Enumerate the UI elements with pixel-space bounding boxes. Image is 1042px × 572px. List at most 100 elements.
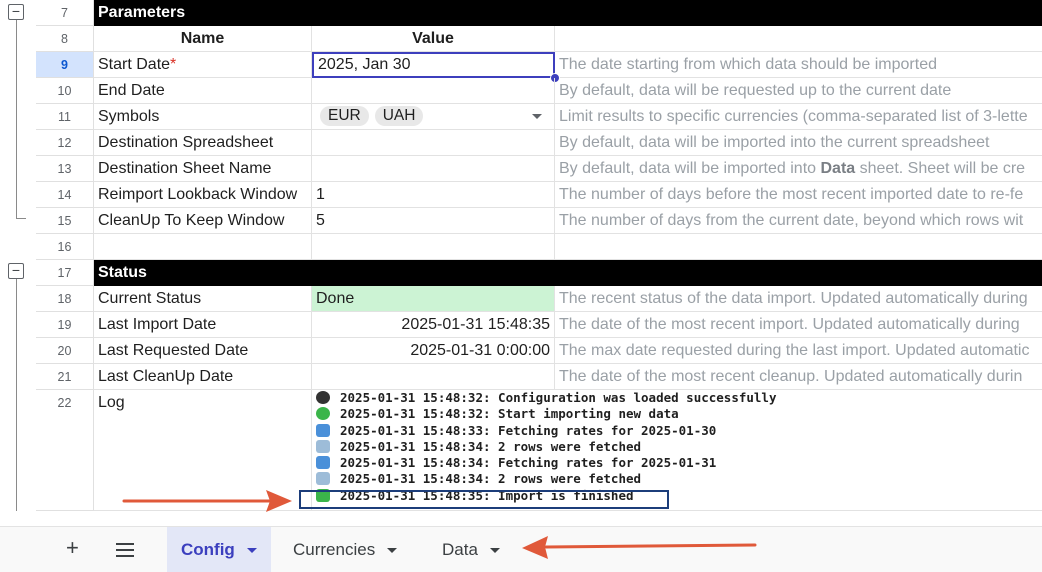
log-line: 2025-01-31 15:48:34: 2 rows were fetched [312, 471, 1042, 487]
group-gutter [0, 0, 37, 511]
chevron-down-icon[interactable] [387, 548, 398, 554]
name-cell[interactable]: Symbols [94, 104, 312, 130]
name-cell[interactable]: Reimport Lookback Window [94, 182, 312, 208]
group-line-end [16, 218, 26, 219]
table-row: Last Requested Date 2025-01-31 0:00:00 T… [36, 338, 1042, 364]
log-text: 2025-01-31 15:48:34: Fetching rates for … [340, 455, 717, 471]
desc-bold-text: Data [820, 160, 856, 177]
name-cell[interactable]: Last Import Date [94, 312, 312, 338]
row-number[interactable]: 7 [36, 0, 94, 26]
row-number[interactable]: 17 [36, 260, 94, 286]
required-mark: * [170, 56, 177, 73]
table-row: Reimport Lookback Window 1 The number of… [36, 182, 1042, 208]
spreadsheet-grid: − − 7 Parameters 8 Name Value 9 Start Da… [0, 0, 1042, 511]
table-row: Destination Spreadsheet By default, data… [36, 130, 1042, 156]
start-date-cell[interactable]: 2025, Jan 30 [312, 52, 555, 78]
tab-label: Currencies [293, 540, 376, 559]
tab-currencies[interactable]: Currencies [279, 527, 411, 572]
desc-text: sheet. Sheet will be cre [855, 160, 1026, 177]
desc-cell[interactable]: By default, data will be imported into t… [555, 130, 1042, 156]
tab-label: Data [442, 540, 478, 559]
section-header-parameters[interactable]: Parameters [94, 0, 1042, 26]
desc-cell[interactable]: By default, data will be requested up to… [555, 78, 1042, 104]
group-line-parameters [16, 20, 17, 218]
desc-cell[interactable]: The date of the most recent cleanup. Upd… [555, 364, 1042, 390]
desc-text: By default, data will be imported into [559, 160, 821, 177]
tab-data[interactable]: Data [428, 527, 514, 572]
add-sheet-button[interactable]: + [66, 537, 79, 559]
table-row: Current Status Done The recent status of… [36, 286, 1042, 312]
table-row: Symbols EUR UAH Limit results to specific… [36, 104, 1042, 130]
desc-cell[interactable]: The number of days before the most recen… [555, 182, 1042, 208]
column-header-value[interactable]: Value [312, 26, 555, 52]
sheet-tabs-bar: + Config Currencies Data [0, 526, 1042, 572]
checkbox-icon [316, 439, 330, 453]
log-line: 2025-01-31 15:48:34: 2 rows were fetched [312, 439, 1042, 455]
table-row: Start Date* 2025, Jan 30 The date starti… [36, 52, 1042, 78]
name-cell[interactable]: Last Requested Date [94, 338, 312, 364]
checkbox-icon [316, 472, 330, 486]
name-label: Start Date [98, 56, 171, 73]
table-row: Last CleanUp Date The date of the most r… [36, 364, 1042, 390]
desc-cell[interactable]: Limit results to specific currencies (co… [555, 104, 1042, 130]
chevron-down-icon[interactable] [489, 548, 500, 554]
desc-cell[interactable]: The recent status of the data import. Up… [555, 286, 1042, 312]
tab-label: Config [181, 540, 235, 559]
symbol-chip[interactable]: UAH [374, 106, 424, 126]
desc-cell[interactable]: The max date requested during the last i… [555, 338, 1042, 364]
log-text: 2025-01-31 15:48:34: 2 rows were fetched [340, 438, 642, 454]
value-cell[interactable] [312, 234, 555, 260]
name-cell[interactable]: Start Date* [94, 52, 312, 78]
table-row: End Date By default, data will be reques… [36, 78, 1042, 104]
name-cell[interactable]: CleanUp To Keep Window [94, 208, 312, 234]
value-cell[interactable] [312, 130, 555, 156]
desc-cell[interactable]: The date of the most recent import. Upda… [555, 312, 1042, 338]
green-circle-icon [316, 407, 330, 421]
log-text: 2025-01-31 15:48:34: 2 rows were fetched [340, 471, 642, 487]
name-cell[interactable]: Current Status [94, 286, 312, 312]
log-line: 2025-01-31 15:48:32: Start importing new… [312, 406, 1042, 422]
log-highlight-box [299, 490, 669, 509]
name-cell[interactable]: Destination Sheet Name [94, 156, 312, 182]
name-cell[interactable]: End Date [94, 78, 312, 104]
value-cell[interactable] [312, 156, 555, 182]
value-cell[interactable]: 1 [312, 182, 555, 208]
table-row: Destination Sheet Name By default, data … [36, 156, 1042, 182]
name-cell[interactable]: Log [94, 390, 312, 511]
chevron-down-icon[interactable] [246, 548, 257, 554]
tab-config[interactable]: Config [167, 527, 271, 572]
all-sheets-menu-icon[interactable] [116, 543, 134, 561]
log-line: 2025-01-31 15:48:34: Fetching rates for … [312, 455, 1042, 471]
name-cell[interactable]: Destination Spreadsheet [94, 130, 312, 156]
table-row [36, 234, 1042, 260]
status-cell[interactable]: Done [312, 286, 555, 312]
desc-cell[interactable]: By default, data will be imported into D… [555, 156, 1042, 182]
refresh-icon [316, 423, 330, 437]
chevron-down-icon[interactable] [532, 114, 542, 119]
collapse-group-status-button[interactable]: − [8, 263, 24, 279]
name-cell[interactable] [94, 234, 312, 260]
log-text: 2025-01-31 15:48:32: Start importing new… [340, 406, 679, 422]
black-circle-icon [316, 391, 330, 404]
column-header-name[interactable]: Name [94, 26, 312, 52]
value-cell[interactable] [312, 78, 555, 104]
value-cell[interactable]: 2025-01-31 15:48:35 [312, 312, 555, 338]
desc-cell[interactable] [555, 26, 1042, 52]
value-cell[interactable]: 5 [312, 208, 555, 234]
value-cell[interactable]: 2025-01-31 0:00:00 [312, 338, 555, 364]
desc-cell[interactable]: The date starting from which data should… [555, 52, 1042, 78]
table-row: CleanUp To Keep Window 5 The number of d… [36, 208, 1042, 234]
desc-cell[interactable]: The number of days from the current date… [555, 208, 1042, 234]
symbol-chip[interactable]: EUR [320, 106, 369, 126]
collapse-group-parameters-button[interactable]: − [8, 4, 24, 20]
section-header-status[interactable]: Status [94, 260, 1042, 286]
name-cell[interactable]: Last CleanUp Date [94, 364, 312, 390]
log-text: 2025-01-31 15:48:33: Fetching rates for … [340, 422, 717, 438]
log-line: 2025-01-31 15:48:33: Fetching rates for … [312, 423, 1042, 439]
log-line: 2025-01-31 15:48:32: Configuration was l… [312, 390, 1042, 406]
value-cell[interactable] [312, 364, 555, 390]
table-row: Last Import Date 2025-01-31 15:48:35 The… [36, 312, 1042, 338]
symbols-dropdown-cell[interactable]: EUR UAH [312, 104, 555, 130]
desc-cell[interactable] [555, 234, 1042, 260]
group-line-status [16, 279, 17, 511]
